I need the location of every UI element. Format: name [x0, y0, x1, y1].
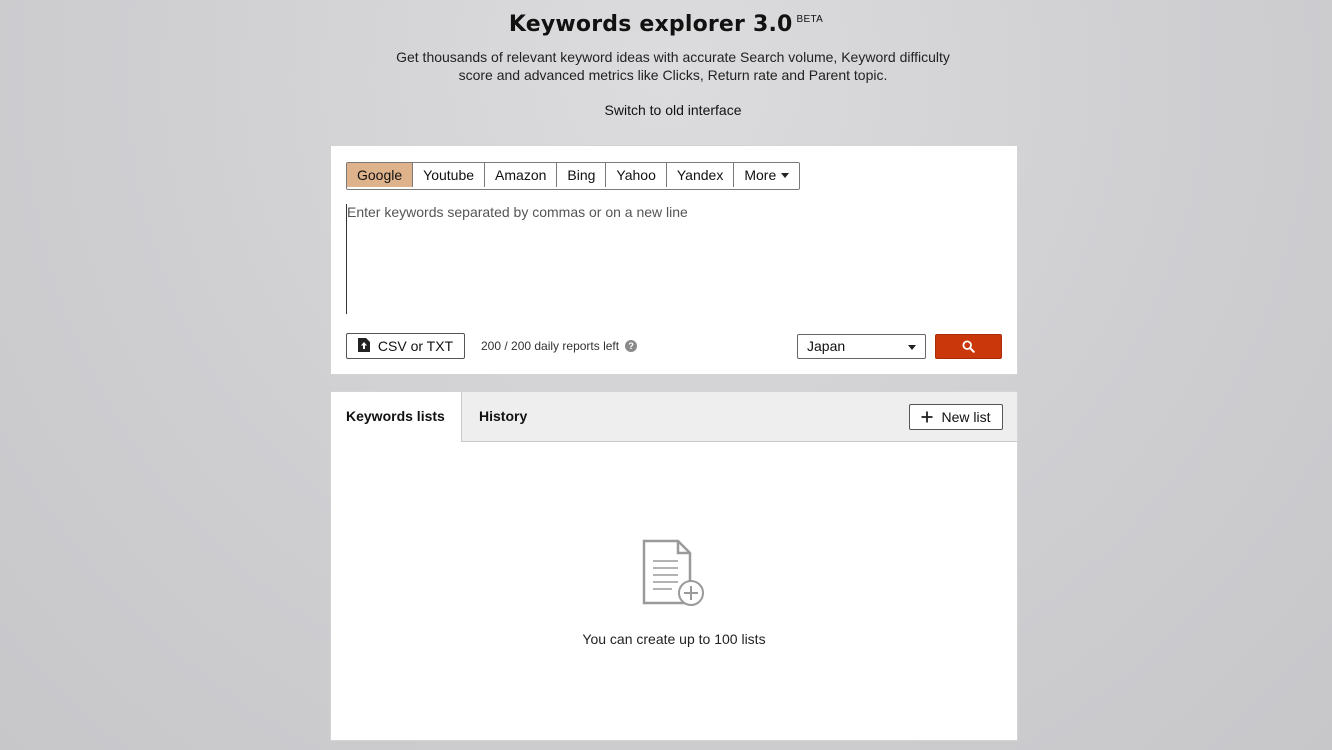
beta-badge: BETA — [796, 14, 824, 25]
upload-file-icon — [357, 337, 370, 355]
plus-icon — [921, 411, 933, 423]
engine-tab-yandex[interactable]: Yandex — [666, 163, 735, 187]
engine-tab-amazon[interactable]: Amazon — [485, 163, 558, 187]
new-list-label: New list — [941, 409, 991, 425]
engine-tab-bing[interactable]: Bing — [557, 163, 607, 187]
switch-interface-link[interactable]: Switch to old interface — [0, 102, 1332, 118]
engine-tab-yahoo[interactable]: Yahoo — [606, 163, 667, 187]
tab-history[interactable]: History — [479, 392, 527, 441]
chevron-down-icon — [781, 172, 790, 178]
document-add-icon — [642, 539, 704, 606]
page-subtitle: Get thousands of relevant keyword ideas … — [396, 49, 950, 83]
chevron-down-icon — [908, 345, 916, 350]
upload-csv-label: CSV or TXT — [377, 338, 454, 354]
page-title: Keywords explorer 3.0 BETA — [0, 12, 1332, 37]
engine-tab-more-label: More — [744, 167, 777, 183]
upload-csv-button[interactable]: CSV or TXT — [346, 333, 465, 359]
tab-keywords-lists[interactable]: Keywords lists — [331, 392, 462, 442]
engine-tab-youtube[interactable]: Youtube — [413, 163, 486, 187]
engine-tab-google[interactable]: Google — [347, 163, 414, 187]
page-title-text: Keywords explorer 3.0 — [508, 12, 793, 37]
country-select[interactable]: Japan — [797, 334, 926, 359]
engine-tab-more[interactable]: More — [734, 163, 800, 187]
engine-tabs: Google Youtube Amazon Bing Yahoo Yandex … — [346, 162, 801, 190]
keyword-lists-panel: Keywords lists History New list You can … — [330, 391, 1018, 741]
country-select-value: Japan — [807, 338, 846, 354]
search-button[interactable] — [935, 334, 1002, 359]
reports-counter-text: 200 / 200 daily reports left — [481, 339, 620, 353]
empty-state-text: You can create up to 100 lists — [582, 631, 766, 647]
help-icon[interactable]: ? — [625, 340, 638, 352]
search-panel: Google Youtube Amazon Bing Yahoo Yandex … — [330, 145, 1018, 375]
empty-state: You can create up to 100 lists — [331, 539, 1017, 647]
lists-tabbar: Keywords lists History New list — [331, 392, 1017, 442]
search-icon — [962, 340, 975, 353]
keywords-input[interactable] — [346, 204, 1003, 314]
reports-counter: 200 / 200 daily reports left ? — [481, 339, 638, 353]
new-list-button[interactable]: New list — [909, 404, 1003, 430]
